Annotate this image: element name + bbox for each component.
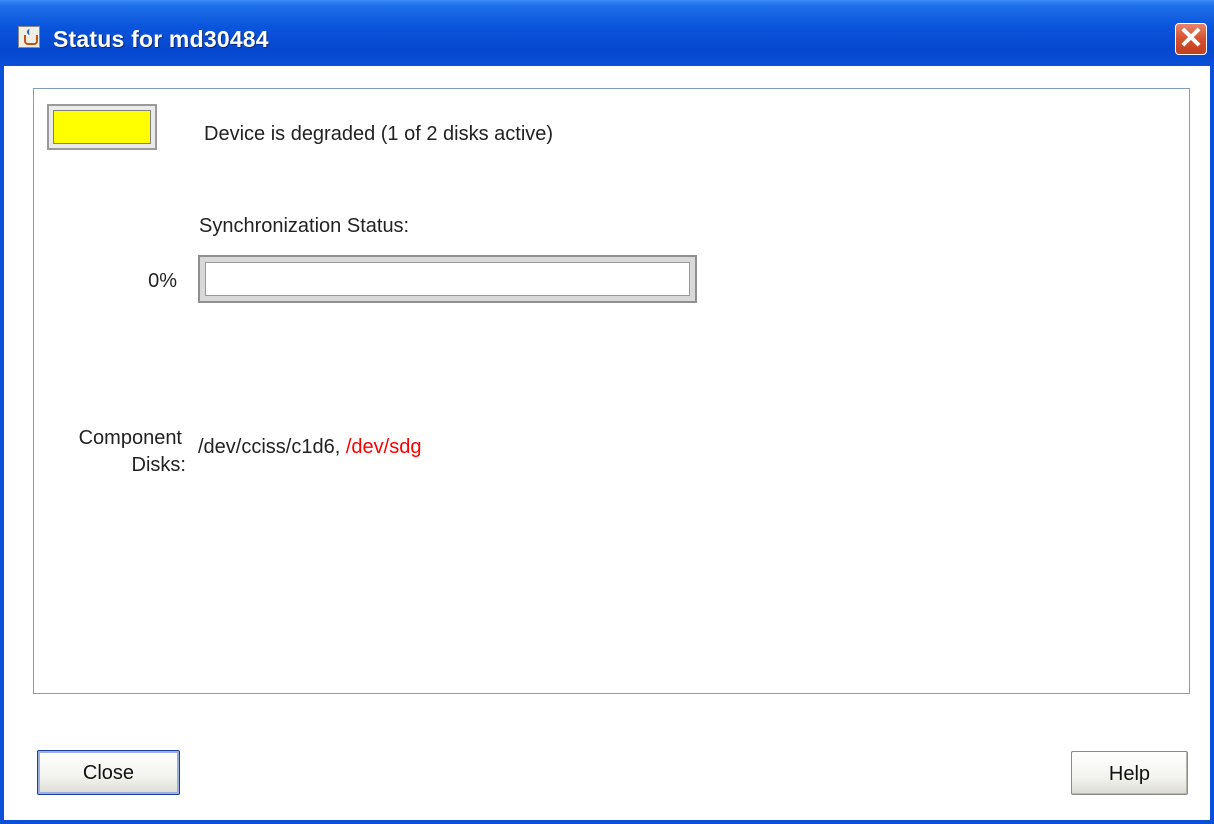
component-disks-value: /dev/cciss/c1d6, /dev/sdg <box>198 436 421 459</box>
component-disks-label-line2: Disks: <box>131 454 186 476</box>
sync-status-label: Synchronization Status: <box>199 215 410 237</box>
sync-percent-text: 0% <box>148 270 177 292</box>
close-icon[interactable]: ✕ <box>1175 22 1207 55</box>
disk-active: /dev/cciss/c1d6 <box>198 436 335 458</box>
disk-separator: , <box>334 436 341 458</box>
component-disks-label-line1: Component <box>78 427 182 449</box>
sync-progress-track <box>205 262 690 296</box>
sync-progress-bar <box>198 255 697 303</box>
java-cup-icon <box>18 26 40 48</box>
window-title: Status for md30484 <box>53 26 269 52</box>
title-bar[interactable]: Status for md30484 ✕ <box>0 0 1214 66</box>
status-color-indicator <box>47 104 157 150</box>
help-button[interactable]: Help <box>1071 751 1188 795</box>
close-button[interactable]: Close <box>37 750 180 795</box>
status-message: Device is degraded (1 of 2 disks active) <box>204 123 554 145</box>
status-panel <box>33 88 1190 694</box>
disk-failed: /dev/sdg <box>345 436 422 458</box>
status-color-fill <box>53 110 151 144</box>
